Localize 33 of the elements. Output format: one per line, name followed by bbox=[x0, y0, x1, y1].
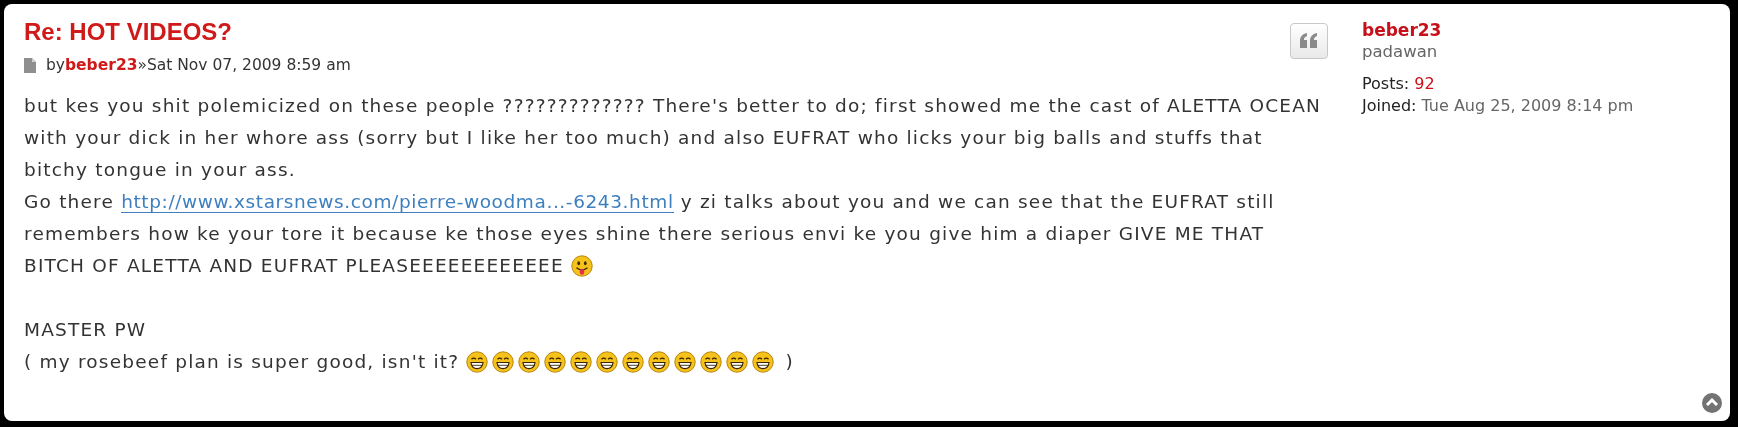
quote-icon bbox=[1299, 33, 1319, 49]
post-date: Sat Nov 07, 2009 8:59 am bbox=[146, 56, 351, 74]
stat-value: Tue Aug 25, 2009 8:14 pm bbox=[1421, 96, 1634, 115]
grinning-face-icon bbox=[674, 351, 697, 373]
grinning-face-icon bbox=[648, 351, 671, 373]
grinning-face-icon bbox=[518, 351, 541, 373]
quote-button[interactable] bbox=[1290, 23, 1328, 59]
grinning-face-icon bbox=[622, 351, 645, 373]
post-paragraph: MASTER PW bbox=[24, 318, 148, 342]
user-rank: padawan bbox=[1362, 42, 1439, 61]
grinning-face-icon bbox=[544, 351, 567, 373]
document-icon bbox=[24, 57, 36, 73]
grinning-face-icon bbox=[466, 351, 489, 373]
post-paragraph: ( my rosebeef plan is super good, isn't it? ) bbox=[24, 350, 795, 375]
grinning-face-icon bbox=[596, 351, 619, 373]
back-to-top-icon[interactable] bbox=[1702, 393, 1722, 413]
grinning-face-icon bbox=[752, 351, 775, 373]
stat-value[interactable]: 92 bbox=[1414, 74, 1435, 93]
stat-label: Posts: bbox=[1362, 74, 1410, 93]
tongue-face-icon bbox=[570, 255, 593, 277]
author-link[interactable]: beber23 bbox=[65, 56, 138, 74]
grinning-face-icon bbox=[700, 351, 723, 373]
post-byline: by bbox=[46, 56, 65, 74]
post-paragraph: but kes you shit polemicized on these people ????????????? There's better to do; first showed me the cast of ALETTA OCEAN with your dick in her whore ass (sorry but I like her too much) and also EUFRAT who licks your big balls and stuffs that bitchy tongue in your ass. bbox=[24, 94, 1323, 182]
profile-username[interactable]: beber23 bbox=[1362, 20, 1634, 40]
stat-label: Joined: bbox=[1362, 96, 1417, 115]
grinning-face-icon bbox=[570, 351, 593, 373]
post-title[interactable]: Re: HOT VIDEOS? bbox=[24, 18, 351, 46]
post-paragraph: Go there http://www.xstarsnews.com/pierre-woodma...-6243.html y zi talks about you and we can see that the EUFRAT still remembers how ke your tore it because ke those eyes shine there serious envi ke you give him a diaper GIVE ME THAT BITCH OF ALETTA AND EUFRAT PLEASEEEEEEEEEEEE bbox=[24, 190, 1276, 279]
post-link[interactable]: http://www.xstarsnews.com/pierre-woodma...-6243.html bbox=[121, 191, 674, 213]
separator: » bbox=[137, 56, 147, 74]
grinning-face-icon bbox=[492, 351, 515, 373]
grinning-face-icon bbox=[726, 351, 749, 373]
